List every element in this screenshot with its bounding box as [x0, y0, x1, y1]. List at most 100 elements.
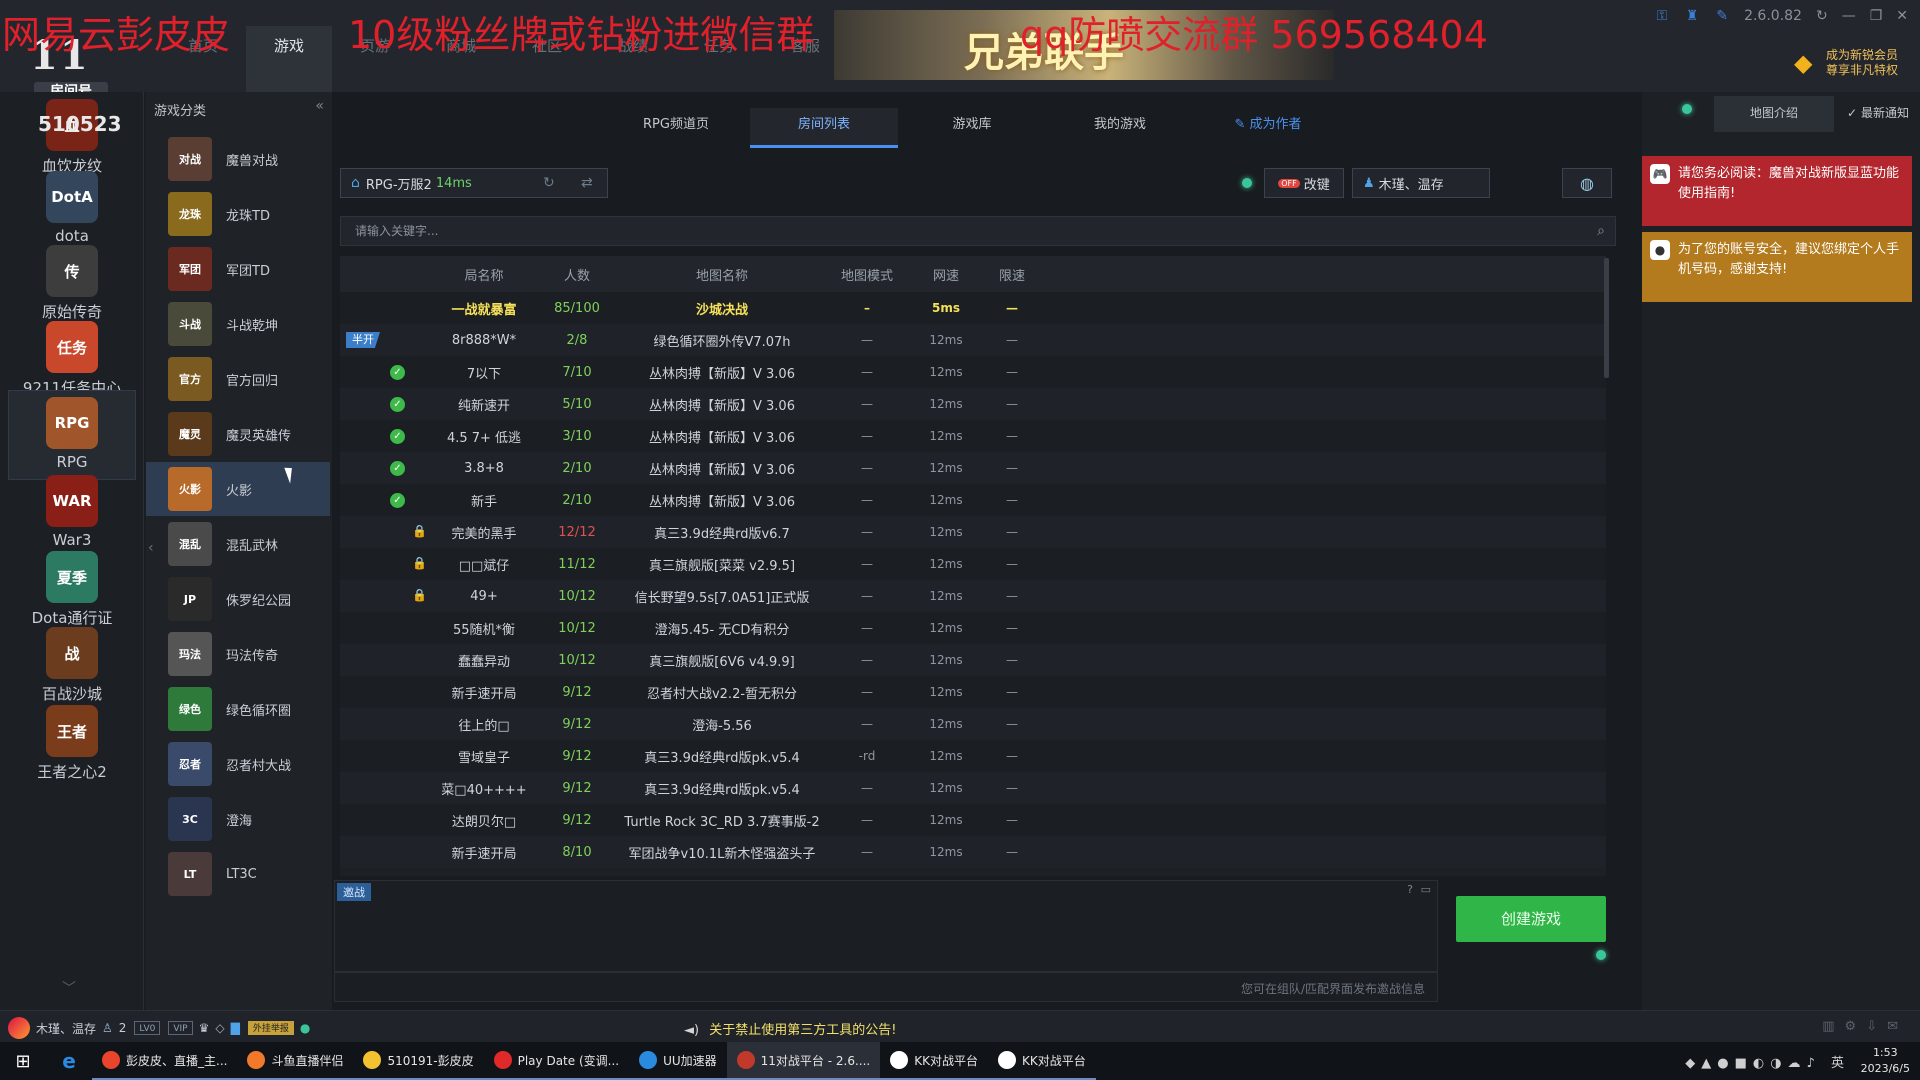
windows-start-icon[interactable]: ⊞	[0, 1051, 46, 1072]
user-info[interactable]: 木瑾、温存 ♙ 2 LV0 VIP ♛ ◇ ▇ 外挂举报 ●	[8, 1017, 310, 1039]
restore-icon[interactable]: ❐	[1870, 8, 1883, 24]
header-speed-limit[interactable]: 限速	[980, 265, 1044, 284]
table-row[interactable]: ✓ 纯新速开 5/10 丛林肉搏【新版】V 3.06 — 12ms —	[340, 388, 1606, 420]
ie-icon[interactable]: e	[46, 1049, 92, 1073]
category-item[interactable]: LT LT3C	[146, 847, 330, 901]
category-item[interactable]: 绿色 绿色循环圈	[146, 682, 330, 736]
table-row[interactable]: 蠢蠢异动 10/12 真三旗舰版[6V6 v4.9.9] — 12ms —	[340, 644, 1606, 676]
table-row[interactable]: 半开 8r888*W* 2/8 绿色循环圈外传V7.07h — 12ms —	[340, 324, 1606, 356]
table-row[interactable]: 新手速开局 9/12 忍者村大战v2.2-暂无积分 — 12ms —	[340, 676, 1606, 708]
table-row[interactable]: 🔒 49+ 10/12 信长野望9.5s[7.0A51]正式版 — 12ms —	[340, 580, 1606, 612]
sidebar-item[interactable]: 王者 王者之心2	[8, 698, 136, 788]
tab-item[interactable]: 房间列表	[750, 108, 898, 148]
taskbar-app[interactable]: 斗鱼直播伴侣	[237, 1042, 354, 1080]
close-icon[interactable]: ✕	[1896, 8, 1908, 24]
category-item[interactable]: 玛法 玛法传奇	[146, 627, 330, 681]
top-nav-item[interactable]: 游戏	[246, 26, 332, 92]
globe-button[interactable]: ◍	[1562, 168, 1612, 198]
taskbar-app[interactable]: 510191-彭皮皮	[353, 1042, 484, 1080]
help-icon[interactable]: ?	[1407, 883, 1413, 896]
key-icon[interactable]: ⚿	[1654, 8, 1670, 24]
table-row[interactable]: 一战就暴富 85/100 沙城决战 – 5ms —	[340, 292, 1606, 324]
table-row[interactable]: 55随机*衡 10/12 澄海5.45- 无CD有积分 — 12ms —	[340, 612, 1606, 644]
header-player-count[interactable]: 人数	[532, 265, 622, 284]
search-icon[interactable]: ⌕	[1597, 223, 1605, 239]
friends-icon[interactable]: ♙	[102, 1021, 113, 1035]
chevron-down-icon[interactable]: ﹀	[62, 978, 76, 998]
ime-indicator[interactable]: 英	[1831, 1056, 1850, 1071]
category-item[interactable]: 魔灵 魔灵英雄传	[146, 407, 330, 461]
tab-item[interactable]: 游戏库	[898, 108, 1046, 148]
tab-item[interactable]: 我的游戏	[1046, 108, 1194, 148]
table-row[interactable]: 🔒 □□斌仔 11/12 真三旗舰版[菜菜 v2.9.5] — 12ms —	[340, 548, 1606, 580]
table-row[interactable]: ✓ 4.5 7+ 低逃 3/10 丛林肉搏【新版】V 3.06 — 12ms —	[340, 420, 1606, 452]
table-row[interactable]: 菜□40++++ 9/12 真三3.9d经典rd版pk.v5.4 — 12ms —	[340, 772, 1606, 804]
cheat-report-badge[interactable]: 外挂举报	[247, 1021, 294, 1035]
taskbar-app[interactable]: Play Date (变调...	[483, 1042, 630, 1080]
table-row[interactable]: 新手速开局 8/10 军团战争v10.1L新木怪强盗头子 — 12ms —	[340, 836, 1606, 868]
chart-icon[interactable]: ▥	[1822, 1019, 1844, 1034]
table-row[interactable]: ✓ 7以下 7/10 丛林肉搏【新版】V 3.06 — 12ms —	[340, 356, 1606, 388]
taskbar-app[interactable]: UU加速器	[629, 1042, 727, 1080]
taskbar-app[interactable]: 11对战平台 - 2.6....	[726, 1042, 881, 1080]
table-row[interactable]: 🔒 完美的黑手 12/12 真三3.9d经典rd版v6.7 — 12ms —	[340, 516, 1606, 548]
table-row[interactable]: 往上的□ 9/12 澄海-5.56 — 12ms —	[340, 708, 1606, 740]
category-item[interactable]: 火影 火影	[146, 462, 330, 516]
server-selector[interactable]: ⌂ RPG-万服2 14ms ↻ ⇄	[340, 168, 608, 198]
mail-icon[interactable]: ✉	[1887, 1019, 1908, 1034]
header-ping[interactable]: 网速	[912, 265, 980, 284]
category-item[interactable]: 对战 魔兽对战	[146, 132, 330, 186]
announcement[interactable]: ◄) 关于禁止使用第三方工具的公告!	[684, 1019, 896, 1038]
taskbar-app[interactable]: KK对战平台	[880, 1042, 988, 1080]
invite-tab[interactable]: 邀战	[337, 883, 371, 901]
header-map-mode[interactable]: 地图模式	[822, 265, 912, 284]
category-item[interactable]: 斗战 斗战乾坤	[146, 297, 330, 351]
diamond-outline-icon[interactable]: ◇	[215, 1021, 224, 1035]
category-item[interactable]: 龙珠 龙珠TD	[146, 187, 330, 241]
tab-map-intro[interactable]: 地图介绍	[1714, 96, 1834, 132]
table-row[interactable]: ✓ 新手 2/10 丛林肉搏【新版】V 3.06 — 12ms —	[340, 484, 1606, 516]
settings-icon[interactable]: ⚙	[1845, 1019, 1867, 1034]
header-map-name[interactable]: 地图名称	[622, 265, 822, 284]
category-item[interactable]: 混乱 混乱武林	[146, 517, 330, 571]
vip-badge[interactable]: ◆ 成为新锐会员 尊享非凡特权	[1794, 48, 1908, 78]
avatar[interactable]	[8, 1017, 30, 1039]
tab-item[interactable]: RPG频道页	[602, 108, 750, 148]
notice-item[interactable]: ● 为了您的账号安全，建议您绑定个人手机号码，感谢支持!	[1642, 232, 1912, 302]
chat-input[interactable]: 您可在组队/匹配界面发布邀战信息	[334, 972, 1438, 1002]
header-room-name[interactable]: 局名称	[436, 265, 532, 284]
download-icon[interactable]: ⇩	[1866, 1019, 1887, 1034]
notice-item[interactable]: 🎮 请您务必阅读：魔兽对战新版显蓝功能使用指南!	[1642, 156, 1912, 226]
collapse-icon[interactable]: «	[315, 98, 324, 114]
chevron-left-icon[interactable]: ‹	[148, 540, 154, 556]
maximize-icon[interactable]: ▭	[1421, 883, 1431, 896]
category-item[interactable]: 军团 军团TD	[146, 242, 330, 296]
table-row[interactable]: ✓ 3.8+8 2/10 丛林肉搏【新版】V 3.06 — 12ms —	[340, 452, 1606, 484]
swap-icon[interactable]: ⇄	[581, 175, 593, 191]
key-remap-button[interactable]: OFF 改键	[1264, 168, 1344, 198]
crown-icon[interactable]: ♛	[199, 1021, 210, 1035]
folder-icon[interactable]: ▇	[231, 1021, 240, 1035]
table-row[interactable]: 达朗贝尔□ 9/12 Turtle Rock 3C_RD 3.7赛事版-2 — 12ms…	[340, 804, 1606, 836]
search-input[interactable]	[341, 217, 1615, 245]
category-item[interactable]: 忍者 忍者村大战	[146, 737, 330, 791]
tab-latest-notice[interactable]: ✓ 最新通知	[1838, 96, 1918, 132]
toggle-off-icon[interactable]: OFF	[1278, 178, 1300, 188]
taskbar-app[interactable]: 彭皮皮、直播_主...	[92, 1042, 238, 1080]
sidebar-item[interactable]: 战百战沙城	[8, 620, 136, 710]
user-button[interactable]: ♟ 木瑾、温存	[1352, 168, 1490, 198]
create-game-button[interactable]: 创建游戏	[1456, 896, 1606, 942]
table-row[interactable]: 雪域皇子 9/12 真三3.9d经典rd版pk.v5.4 -rd 12ms —	[340, 740, 1606, 772]
sidebar-item[interactable]: RPG RPG	[8, 390, 136, 480]
minimize-icon[interactable]: —	[1842, 8, 1856, 24]
category-item[interactable]: 官方 官方回归	[146, 352, 330, 406]
tray-icons[interactable]: ◆▲●■◐◑☁♪	[1685, 1056, 1821, 1071]
table-scrollbar[interactable]	[1604, 258, 1609, 378]
shirt-icon[interactable]: ♜	[1684, 8, 1700, 24]
category-item[interactable]: JP 侏罗纪公园	[146, 572, 330, 626]
category-item[interactable]: 3C 澄海	[146, 792, 330, 846]
refresh-icon[interactable]: ↻	[1816, 8, 1828, 24]
refresh-icon[interactable]: ↻	[543, 175, 555, 191]
tab-item[interactable]: ✎ 成为作者	[1194, 108, 1342, 148]
taskbar-app[interactable]: KK对战平台	[987, 1042, 1096, 1080]
